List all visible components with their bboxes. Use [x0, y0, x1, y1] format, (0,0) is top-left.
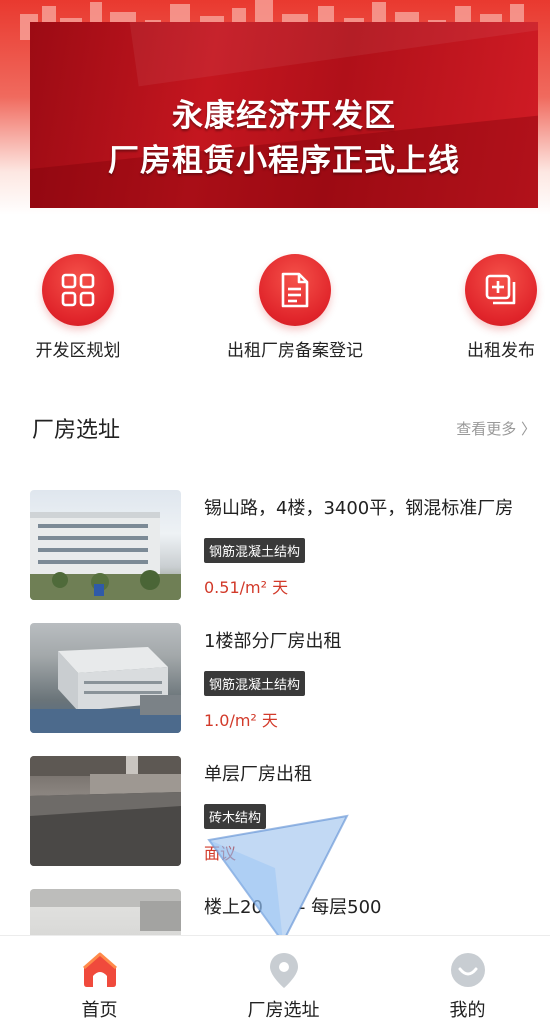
location-pin-icon	[269, 953, 298, 988]
listing-card[interactable]: 单层厂房出租 砖木结构 面议	[30, 756, 545, 868]
grid-icon	[42, 254, 114, 326]
structure-tag: 钢筋混凝土结构	[204, 671, 306, 696]
tab-label: 首页	[81, 1000, 118, 1021]
feature-label: 出租发布	[467, 341, 535, 361]
listing-price: 面议	[204, 844, 237, 863]
factory-photo	[30, 756, 181, 866]
factory-photo	[30, 623, 181, 733]
add-copy-icon	[465, 254, 537, 326]
listing-price: 0.51/m² 天	[204, 578, 289, 597]
feature-label: 开发区规划	[35, 341, 121, 361]
tab-site-selection[interactable]: 厂房选址	[192, 936, 375, 1023]
feature-publish-rental[interactable]: 出租发布	[458, 254, 544, 361]
banner-decoration	[126, 22, 538, 87]
structure-tag: 钢筋混凝土结构	[204, 538, 306, 563]
listing-card[interactable]: 锡山路，4楼，3400平，钢混标准厂房 钢筋混凝土结构 0.51/m² 天	[30, 490, 545, 602]
section-title: 厂房选址	[32, 418, 121, 443]
listing-title: 楼上20 - 每层500	[204, 897, 382, 918]
tab-profile[interactable]: 我的	[376, 936, 550, 1023]
listing-title: 锡山路，4楼，3400平，钢混标准厂房	[204, 498, 514, 519]
structure-tag: 砖木结构	[204, 804, 267, 829]
listing-title: 1楼部分厂房出租	[204, 631, 342, 652]
promo-banner[interactable]: 永康经济开发区 厂房租赁小程序正式上线	[30, 22, 538, 208]
tab-home[interactable]: 首页	[8, 936, 191, 1023]
banner-title-line1: 永康经济开发区	[172, 98, 396, 134]
feature-rental-registration[interactable]: 出租厂房备案登记	[212, 254, 378, 361]
banner-title-line2: 厂房租赁小程序正式上线	[108, 143, 460, 179]
document-icon	[259, 254, 331, 326]
feature-label: 出租厂房备案登记	[227, 341, 363, 361]
bottom-tab-bar: 首页 厂房选址 我的	[0, 935, 550, 1023]
profile-icon	[450, 953, 485, 987]
app-page: 永康经济开发区 厂房租赁小程序正式上线 开发区规划 出租厂房备案登记 出租发布 …	[0, 0, 550, 1023]
listing-price: 1.0/m² 天	[204, 711, 278, 730]
listing-card[interactable]: 1楼部分厂房出租 钢筋混凝土结构 1.0/m² 天	[30, 623, 545, 735]
home-icon	[82, 952, 117, 987]
tab-label: 厂房选址	[247, 1000, 320, 1021]
feature-development-plan[interactable]: 开发区规划	[28, 254, 128, 361]
factory-photo	[30, 490, 181, 600]
listing-title: 单层厂房出租	[204, 764, 312, 785]
tab-label: 我的	[449, 1000, 486, 1021]
view-more-link[interactable]: 查看更多 〉	[456, 418, 536, 439]
